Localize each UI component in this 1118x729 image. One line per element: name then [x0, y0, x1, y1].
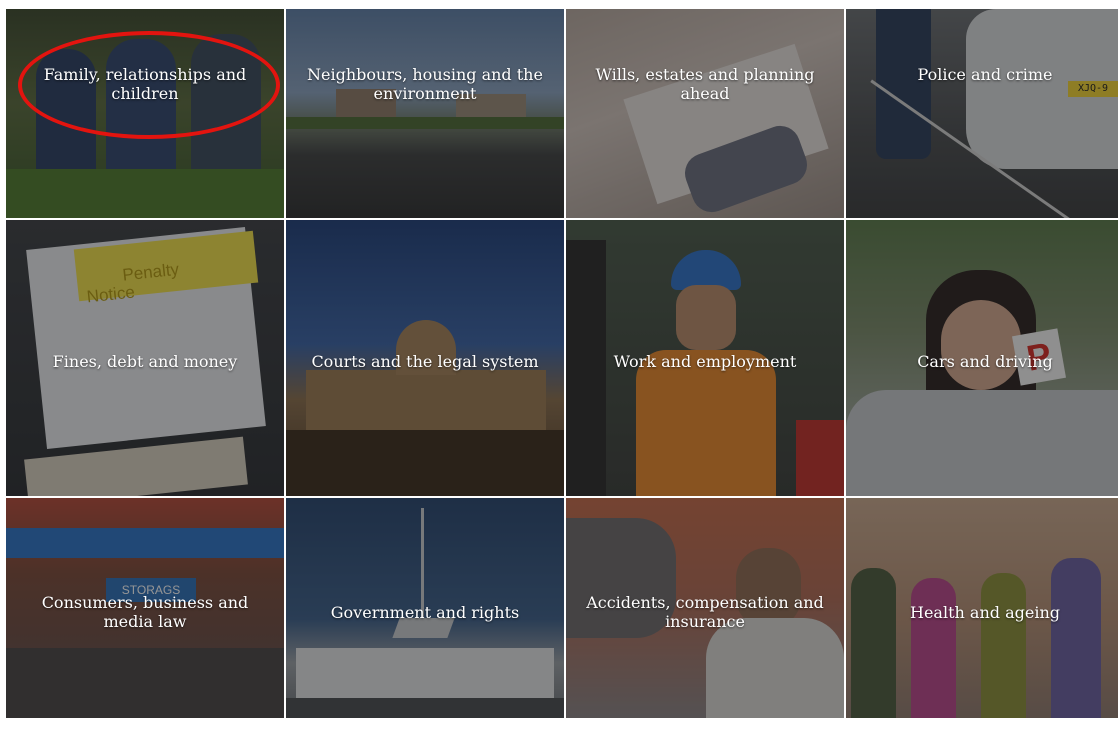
topic-tile-neighbours[interactable]: Neighbours, housing and the environment: [286, 9, 564, 218]
topic-tile-health[interactable]: Health and ageing: [846, 498, 1118, 718]
topic-label-consumers: Consumers, business and media law: [41, 593, 249, 631]
topic-label-courts: Courts and the legal system: [311, 351, 539, 371]
topic-label-work: Work and employment: [613, 351, 797, 371]
topic-tile-cars[interactable]: P Cars and driving: [846, 220, 1118, 496]
topic-tile-wills[interactable]: Wills, estates and planning ahead: [566, 9, 844, 218]
topic-tile-government[interactable]: Government and rights: [286, 498, 564, 718]
topic-label-health: Health and ageing: [910, 602, 1060, 622]
topic-tile-police[interactable]: XJQ-9 Police and crime: [846, 9, 1118, 218]
topic-tile-consumers[interactable]: STORAGS Consumers, business and media la…: [6, 498, 284, 718]
topic-tile-family[interactable]: Family, relationships and children: [6, 9, 284, 218]
topics-grid: Family, relationships and children Neigh…: [6, 9, 1118, 729]
topic-label-wills: Wills, estates and planning ahead: [595, 65, 815, 103]
topic-label-accidents: Accidents, compensation and insurance: [586, 593, 824, 631]
topic-label-fines: Fines, debt and money: [52, 351, 238, 371]
topic-label-family: Family, relationships and children: [43, 65, 247, 103]
topic-label-government: Government and rights: [330, 602, 520, 622]
topic-tile-accidents[interactable]: Accidents, compensation and insurance: [566, 498, 844, 718]
topic-tile-fines[interactable]: Penalty Notice Fines, debt and money: [6, 220, 284, 496]
topic-tile-work[interactable]: Work and employment: [566, 220, 844, 496]
topic-tile-courts[interactable]: Courts and the legal system: [286, 220, 564, 496]
topic-label-neighbours: Neighbours, housing and the environment: [307, 65, 543, 103]
topic-label-cars: Cars and driving: [917, 351, 1053, 371]
topic-label-police: Police and crime: [917, 65, 1053, 84]
